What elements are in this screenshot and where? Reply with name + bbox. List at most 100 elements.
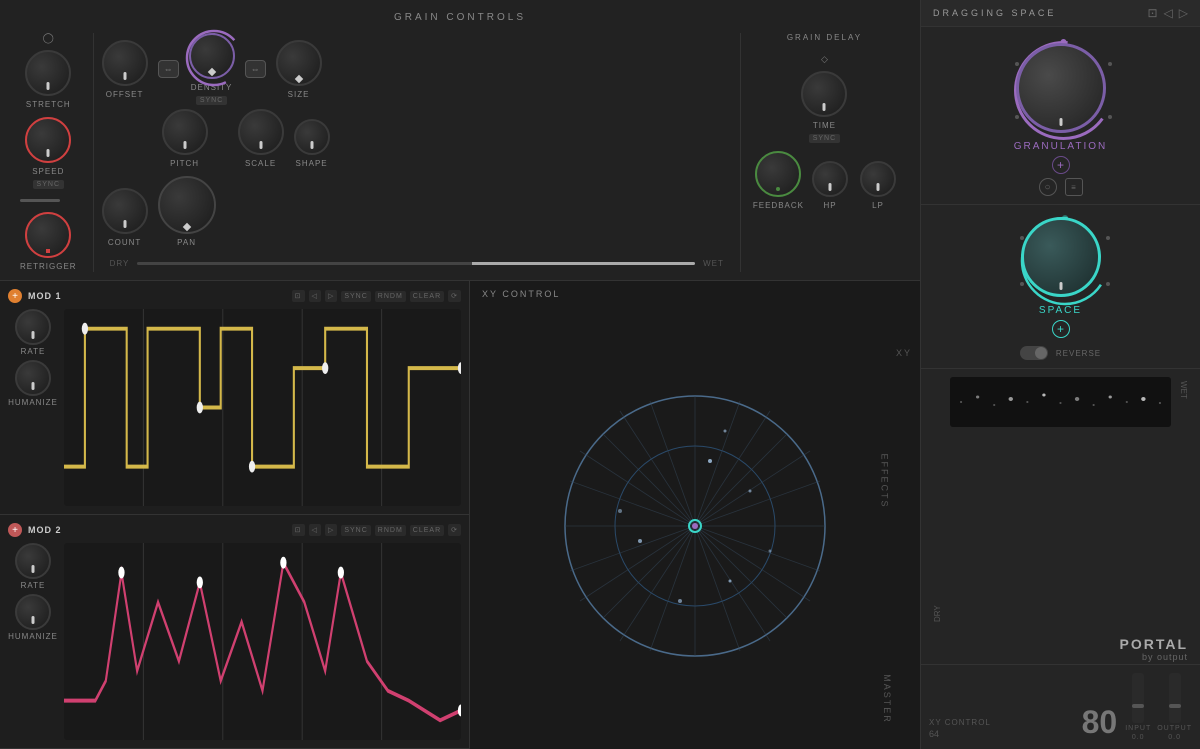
feedback-dot bbox=[776, 187, 780, 191]
portal-brand: PORTAL by output bbox=[921, 634, 1200, 664]
mod1-humanize-knob[interactable] bbox=[15, 360, 51, 396]
mod2-node bbox=[458, 705, 461, 717]
xy-section: XY CONTROL bbox=[470, 281, 920, 749]
io-sliders-container: INPUT 0.0 OUTPUT 0.0 bbox=[1125, 673, 1192, 741]
size-knob[interactable] bbox=[276, 40, 322, 86]
mod1-save-btn[interactable]: ⊡ bbox=[292, 290, 305, 302]
xy-display[interactable]: EFFECTS XY MASTER bbox=[470, 303, 920, 749]
pitch-knob[interactable] bbox=[162, 109, 208, 155]
grain-delay-title: GRAIN DELAY bbox=[753, 33, 896, 42]
mod1-node bbox=[249, 461, 255, 473]
reverse-toggle[interactable] bbox=[1020, 346, 1048, 360]
scale-group: SCALE bbox=[238, 109, 284, 168]
speed-label: SPEED bbox=[32, 167, 64, 176]
mod2-node bbox=[280, 557, 286, 569]
granulation-icons-row: ○ ≡ bbox=[1039, 178, 1083, 196]
mod2-save-btn[interactable]: ⊡ bbox=[292, 524, 305, 536]
mod1-sync-btn[interactable]: SYNC bbox=[341, 291, 370, 302]
stretch-group: ◯ STRETCH bbox=[20, 33, 77, 109]
lp-knob[interactable] bbox=[860, 161, 896, 197]
right-header-controls: ⊡ ◁ ▷ bbox=[1147, 6, 1188, 20]
mod1-waveform[interactable] bbox=[64, 309, 461, 506]
speed-slider[interactable] bbox=[20, 199, 60, 202]
right-dry-label: DRY bbox=[929, 377, 946, 626]
mod2-waveform[interactable] bbox=[64, 543, 461, 740]
scale-knob[interactable] bbox=[238, 109, 284, 155]
mod1-rndm-btn[interactable]: RNDM bbox=[375, 291, 406, 302]
mod2-rate-knob[interactable] bbox=[15, 543, 51, 579]
speed-group: SPEED SYNC bbox=[20, 117, 77, 189]
space-add-btn[interactable]: + bbox=[1052, 320, 1070, 338]
link-btn-2[interactable]: ⇔ bbox=[245, 60, 266, 78]
hp-knob[interactable] bbox=[812, 161, 848, 197]
time-group: ◇ TIME SYNC bbox=[801, 54, 847, 143]
retrigger-knob[interactable] bbox=[25, 212, 71, 258]
space-knob[interactable] bbox=[1021, 217, 1101, 297]
forward-icon[interactable]: ▷ bbox=[1179, 6, 1188, 20]
size-indicator bbox=[294, 74, 302, 82]
mod2-humanize-group: HUMANIZE bbox=[8, 594, 58, 641]
feedback-knob[interactable] bbox=[755, 151, 801, 197]
right-header: DRAGGING SPACE ⊡ ◁ ▷ bbox=[921, 0, 1200, 27]
granulation-knob[interactable] bbox=[1016, 43, 1106, 133]
density-badge: SYNC bbox=[196, 96, 227, 105]
mod1-node bbox=[322, 362, 328, 374]
input-slider[interactable]: INPUT 0.0 bbox=[1125, 673, 1151, 741]
pan-label: PAN bbox=[177, 238, 196, 247]
pan-knob[interactable] bbox=[158, 176, 216, 234]
time-knob[interactable] bbox=[801, 71, 847, 117]
mod2-rate-group: RATE bbox=[8, 543, 58, 590]
output-value: 0.0 bbox=[1168, 734, 1181, 741]
mod2-node bbox=[197, 576, 203, 588]
mod1-knobs: RATE HUMANIZE bbox=[8, 309, 58, 506]
mod1-fwd-btn[interactable]: ▷ bbox=[325, 290, 337, 302]
density-knob[interactable] bbox=[189, 33, 235, 79]
mod1-title: MOD 1 bbox=[28, 291, 62, 301]
mod2-reset-btn[interactable]: ⟳ bbox=[448, 524, 461, 536]
output-label: OUTPUT bbox=[1157, 725, 1192, 732]
mod-section: + MOD 1 ⊡ ◁ ▷ SYNC RNDM CLEAR ⟳ bbox=[0, 281, 470, 749]
mod2-rndm-btn[interactable]: RNDM bbox=[375, 525, 406, 536]
output-thumb bbox=[1169, 704, 1181, 708]
size-group: SIZE bbox=[276, 40, 322, 99]
mod1-rate-knob[interactable] bbox=[15, 309, 51, 345]
input-value: 0.0 bbox=[1132, 734, 1145, 741]
mod1-reset-btn[interactable]: ⟳ bbox=[448, 290, 461, 302]
pitch-indicator bbox=[183, 141, 186, 149]
mod2-clear-btn[interactable]: CLEAR bbox=[410, 525, 444, 536]
time-label: TIME bbox=[813, 121, 836, 130]
grain-delay-bottom: FEEDBACK HP bbox=[753, 151, 896, 210]
mod2-humanize-knob[interactable] bbox=[15, 594, 51, 630]
dry-wet-slider[interactable] bbox=[137, 262, 695, 265]
mod1-add-btn[interactable]: + bbox=[8, 289, 22, 303]
back-icon[interactable]: ◁ bbox=[1164, 6, 1173, 20]
granulation-add-btn[interactable]: + bbox=[1052, 156, 1070, 174]
count-knob[interactable] bbox=[102, 188, 148, 234]
shape-group: SHAPE bbox=[294, 119, 330, 168]
stretch-knob[interactable] bbox=[25, 50, 71, 96]
output-slider[interactable]: OUTPUT 0.0 bbox=[1157, 673, 1192, 741]
mod2-back-btn[interactable]: ◁ bbox=[309, 524, 321, 536]
space-section: SPACE + REVERSE bbox=[921, 205, 1200, 369]
granulation-icon-2[interactable]: ≡ bbox=[1065, 178, 1083, 196]
shape-knob[interactable] bbox=[294, 119, 330, 155]
mod1-clear-btn[interactable]: CLEAR bbox=[410, 291, 444, 302]
mod2-fwd-btn[interactable]: ▷ bbox=[325, 524, 337, 536]
mod1-back-btn[interactable]: ◁ bbox=[309, 290, 321, 302]
link-btn-1[interactable]: ⇔ bbox=[158, 60, 179, 78]
pitch-label: PITCH bbox=[170, 159, 199, 168]
grain-particle-viz bbox=[950, 377, 1171, 427]
stretch-icon: ◯ bbox=[43, 33, 54, 44]
xy-value-2: 80 bbox=[1082, 704, 1118, 741]
save-icon[interactable]: ⊡ bbox=[1147, 6, 1157, 20]
granulation-icon-1[interactable]: ○ bbox=[1039, 178, 1057, 196]
speed-knob[interactable] bbox=[25, 117, 71, 163]
offset-knob[interactable] bbox=[102, 40, 148, 86]
mod2-humanize-indicator bbox=[32, 616, 35, 624]
wet-label: WET bbox=[703, 259, 724, 268]
mod2-sync-btn[interactable]: SYNC bbox=[341, 525, 370, 536]
mod2-add-btn[interactable]: + bbox=[8, 523, 22, 537]
stretch-label: STRETCH bbox=[26, 100, 71, 109]
mod1-rate-indicator bbox=[32, 331, 35, 339]
time-badge: SYNC bbox=[809, 134, 840, 143]
